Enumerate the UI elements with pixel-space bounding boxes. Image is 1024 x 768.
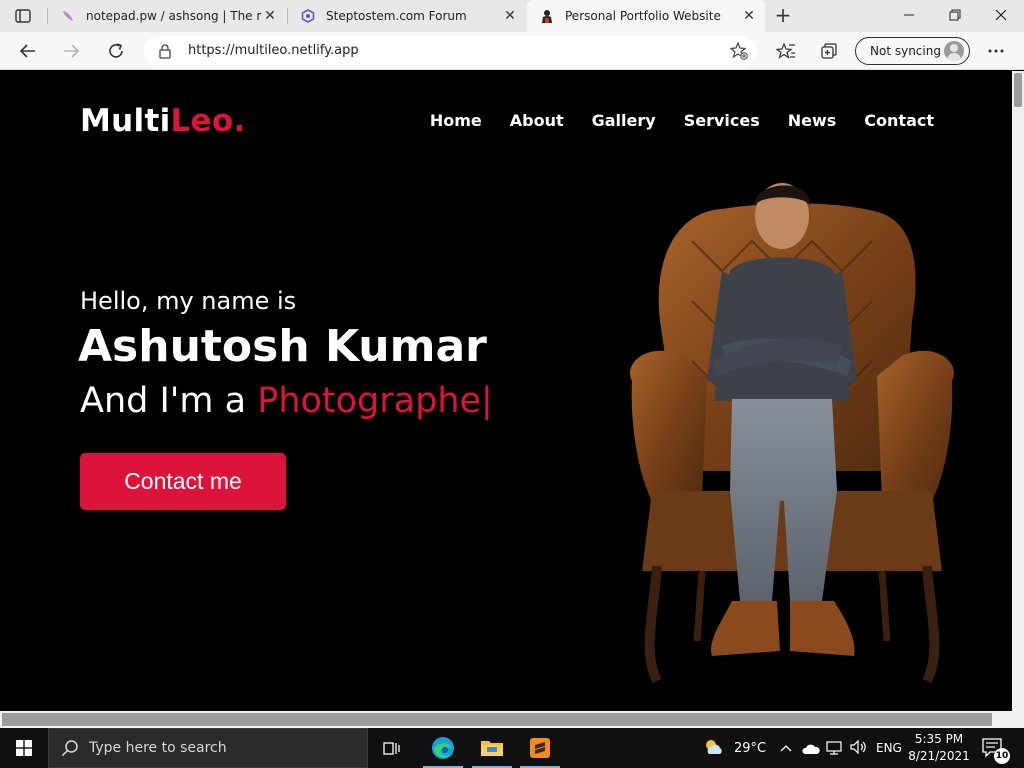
horizontal-scrollbar[interactable]	[0, 711, 1024, 728]
search-placeholder: Type here to search	[89, 740, 227, 756]
close-tab-icon[interactable]: ✕	[741, 8, 757, 24]
collections-icon[interactable]	[815, 37, 843, 65]
taskbar-clock[interactable]: 5:35 PM 8/21/2021	[906, 731, 972, 765]
search-icon	[61, 739, 79, 761]
close-tab-icon[interactable]: ✕	[262, 8, 278, 24]
favorites-icon[interactable]	[772, 37, 800, 65]
hero-portrait-image	[630, 183, 954, 684]
logo-accent-text: Leo.	[170, 103, 246, 139]
profile-avatar-icon	[944, 41, 964, 61]
page-viewport: MultiLeo. Home About Gallery Services Ne…	[0, 71, 1012, 711]
notepad-pw-icon	[60, 8, 76, 24]
sublime-text-icon[interactable]	[516, 728, 564, 768]
url-text: https://multileo.netlify.app	[188, 43, 359, 58]
site-logo[interactable]: MultiLeo.	[80, 103, 246, 139]
tab-title: Steptostem.com Forum	[326, 9, 467, 23]
add-favorite-icon[interactable]	[729, 41, 749, 65]
tab-notepad[interactable]: notepad.pw / ashsong | The napkin of the…	[48, 0, 286, 32]
profile-sync-button[interactable]: Not syncing	[855, 37, 970, 65]
network-icon[interactable]	[826, 740, 842, 759]
role-typed-text: Photographe	[257, 381, 482, 421]
nav-contact[interactable]: Contact	[864, 111, 934, 130]
tab-portfolio[interactable]: Personal Portfolio Website ✕	[527, 0, 765, 32]
hero-role: And I'm a Photographe|	[80, 381, 493, 421]
tab-forum[interactable]: Steptostem.com Forum ✕	[288, 0, 526, 32]
weather-temperature[interactable]: 29°C	[734, 741, 766, 756]
nav-about[interactable]: About	[510, 111, 564, 130]
horizontal-scroll-thumb[interactable]	[2, 713, 992, 726]
lock-icon[interactable]	[158, 43, 172, 63]
hero-name: Ashutosh Kumar	[78, 321, 487, 372]
contact-me-button[interactable]: Contact me	[80, 453, 286, 510]
nav-home[interactable]: Home	[430, 111, 482, 130]
taskbar-search-box[interactable]: Type here to search	[48, 728, 368, 768]
role-prefix: And I'm a	[80, 381, 258, 421]
restore-icon[interactable]	[932, 0, 978, 30]
sync-status-label: Not syncing	[870, 44, 941, 58]
notification-count-badge: 10	[994, 748, 1010, 764]
nav-services[interactable]: Services	[684, 111, 760, 130]
windows-taskbar: Type here to search 29°C ENG 5:35 PM 8/2…	[0, 728, 1024, 768]
browser-tab-strip: notepad.pw / ashsong | The napkin of the…	[0, 0, 1024, 32]
chevron-up-icon[interactable]	[780, 740, 792, 759]
more-options-icon[interactable]	[982, 37, 1010, 65]
forum-icon	[300, 8, 316, 24]
tab-title: notepad.pw / ashsong | The napkin of the…	[86, 9, 261, 23]
volume-icon[interactable]	[849, 739, 867, 759]
back-icon[interactable]	[14, 37, 42, 65]
input-language[interactable]: ENG	[876, 741, 902, 755]
tab-actions-icon[interactable]	[8, 5, 38, 27]
refresh-icon[interactable]	[102, 37, 130, 65]
edge-browser-icon[interactable]	[419, 728, 467, 768]
tab-title: Personal Portfolio Website	[565, 9, 721, 23]
nav-news[interactable]: News	[788, 111, 837, 130]
clock-time: 5:35 PM	[914, 732, 964, 746]
main-nav: Home About Gallery Services News Contact	[402, 111, 934, 130]
new-tab-button[interactable]: +	[770, 4, 796, 28]
forward-icon[interactable]	[57, 37, 85, 65]
hero-greeting: Hello, my name is	[80, 287, 297, 315]
nav-gallery[interactable]: Gallery	[592, 111, 656, 130]
minimize-icon[interactable]	[886, 0, 932, 30]
address-bar[interactable]: https://multileo.netlify.app	[144, 36, 757, 66]
close-window-icon[interactable]	[978, 0, 1024, 30]
typing-caret: |	[481, 381, 493, 421]
file-explorer-icon[interactable]	[468, 728, 516, 768]
close-tab-icon[interactable]: ✕	[502, 8, 518, 24]
logo-main-text: Multi	[80, 103, 171, 139]
vertical-scroll-thumb[interactable]	[1014, 73, 1022, 107]
clock-date: 8/21/2021	[908, 749, 970, 763]
portfolio-icon	[539, 8, 555, 24]
task-view-icon[interactable]	[368, 728, 416, 768]
onedrive-icon[interactable]	[802, 740, 820, 759]
browser-toolbar: https://multileo.netlify.app Not syncing	[0, 32, 1024, 70]
weather-icon[interactable]	[703, 738, 725, 760]
windows-start-icon[interactable]	[0, 728, 48, 768]
vertical-scrollbar[interactable]	[1012, 71, 1024, 711]
